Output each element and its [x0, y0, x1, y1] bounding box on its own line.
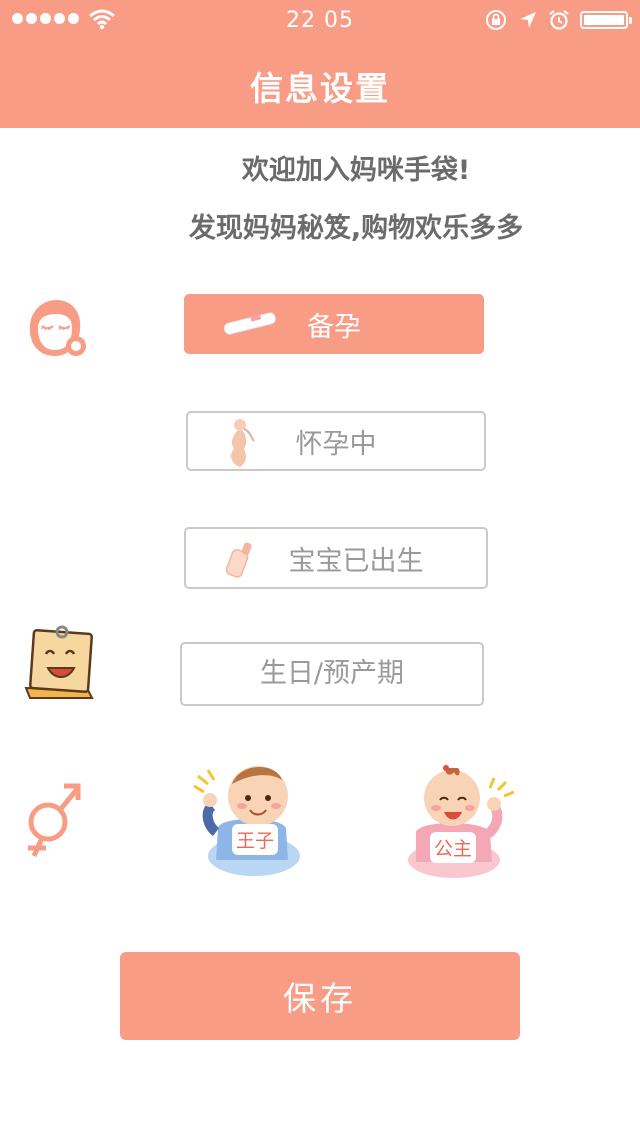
birthday-input[interactable]: 生日/预产期 — [180, 642, 484, 706]
alarm-icon — [549, 10, 569, 30]
welcome-line-2: 发现妈妈秘笈,购物欢乐多多 — [188, 213, 524, 244]
status-icons — [484, 8, 632, 32]
boy-option[interactable]: 王子 — [190, 756, 306, 880]
girl-baby-icon — [408, 765, 515, 878]
boy-baby-icon — [193, 766, 300, 876]
page-title: 信息设置 — [250, 69, 390, 108]
location-icon — [520, 12, 536, 28]
pregnant-woman-icon — [231, 419, 255, 467]
girl-label: 公主 — [430, 832, 477, 863]
rotation-lock-icon — [486, 10, 506, 30]
stage-born-button[interactable]: 宝宝已出生 — [184, 527, 488, 589]
stage-trying-button[interactable]: 备孕 — [184, 294, 484, 354]
save-button[interactable]: 保存 — [120, 952, 520, 1040]
nav-header: 22 05 信息设置 — [0, 0, 640, 128]
baby-bottle-icon — [225, 542, 252, 578]
stage-born-label: 宝宝已出生 — [288, 545, 424, 577]
status-bar: 22 05 — [0, 0, 640, 40]
boy-label: 王子 — [232, 824, 279, 855]
calendar-icon — [24, 625, 94, 699]
gender-icon — [28, 783, 81, 858]
pregnancy-test-icon — [223, 312, 276, 335]
girl-option[interactable]: 公主 — [402, 762, 522, 882]
welcome-line-1: 欢迎加入妈咪手袋! — [241, 155, 471, 186]
stage-trying-label: 备孕 — [307, 311, 361, 343]
stage-pregnant-button[interactable]: 怀孕中 — [186, 411, 486, 471]
mom-face-icon — [29, 300, 86, 356]
stage-pregnant-label: 怀孕中 — [295, 428, 377, 460]
battery-icon — [580, 11, 632, 29]
